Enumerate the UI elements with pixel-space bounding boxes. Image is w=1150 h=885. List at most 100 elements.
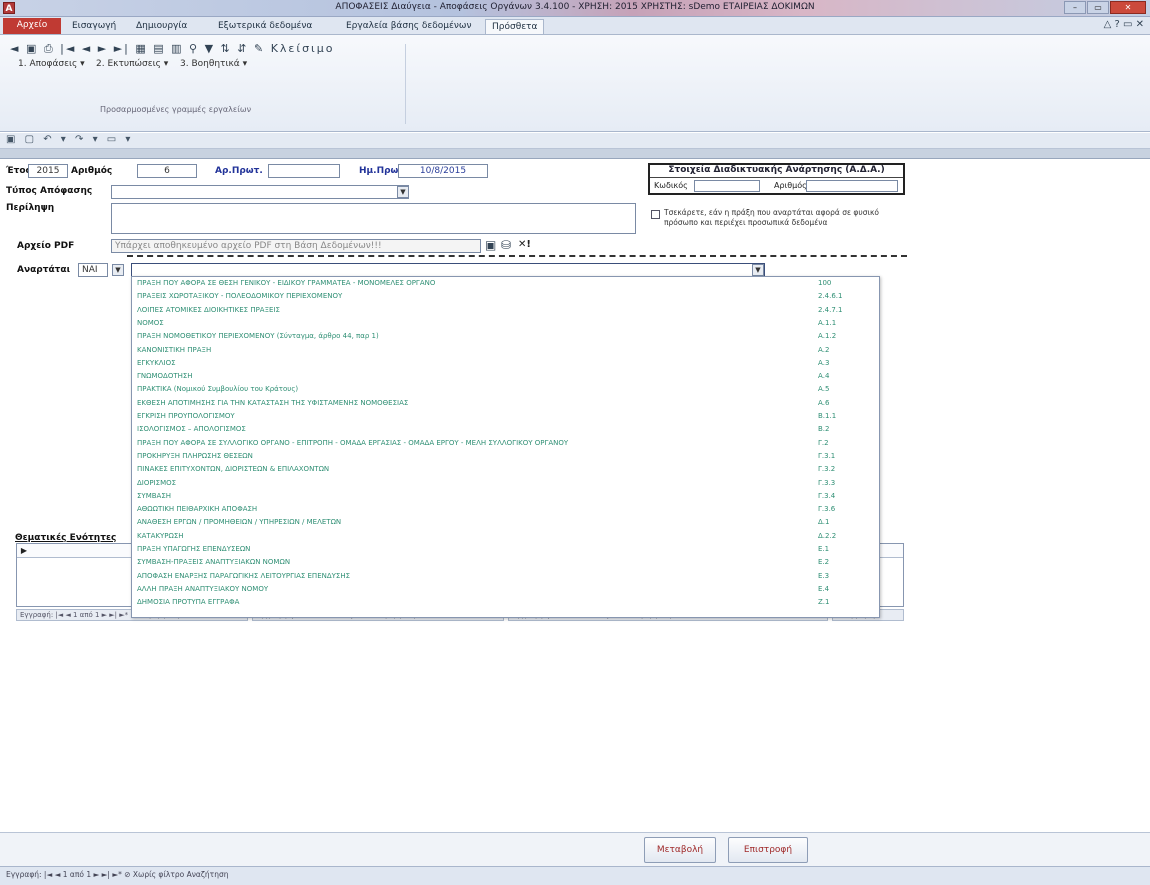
year-field[interactable]: 2015 (28, 164, 68, 178)
option-name: ΣΥΜΒΑΣΗ-ΠΡΑΞΕΙΣ ΑΝΑΠΤΥΞΙΑΚΩΝ ΝΟΜΩΝ (137, 558, 291, 567)
change-button[interactable]: Μεταβολή (644, 837, 716, 863)
menu-prints[interactable]: 2. Εκτυπώσεις ▾ (96, 59, 168, 69)
form-header-strip (0, 149, 1150, 159)
option-name: ΙΣΟΛΟΓΙΣΜΟΣ – ΑΠΟΛΟΓΙΣΜΟΣ (137, 425, 246, 434)
personal-data-checkbox[interactable] (651, 210, 660, 219)
option-name: ΠΙΝΑΚΕΣ ΕΠΙΤΥΧΟΝΤΩΝ, ΔΙΟΡΙΣΤΕΩΝ & ΕΠΙΛΑΧ… (137, 465, 330, 474)
row-selector-icon[interactable]: ▶ (18, 545, 30, 557)
dropdown-option[interactable]: ΙΣΟΛΟΓΙΣΜΟΣ – ΑΠΟΛΟΓΙΣΜΟΣ Β.2 (132, 425, 879, 435)
ribbon-group-separator (405, 44, 406, 124)
ada-id-field[interactable] (694, 180, 760, 192)
minimize-button[interactable]: – (1064, 1, 1086, 14)
dropdown-option[interactable]: ΕΚΘΕΣΗ ΑΠΟΤΙΜΗΣΗΣ ΓΙΑ ΤΗΝ ΚΑΤΑΣΤΑΣΗ ΤΗΣ … (132, 399, 879, 409)
dropdown-option[interactable]: ΑΛΛΗ ΠΡΑΞΗ ΑΝΑΠΤΥΞΙΑΚΟΥ ΝΟΜΟΥ Ε.4 (132, 585, 879, 595)
delete-pdf-icon[interactable]: ✕! (518, 239, 531, 250)
option-name: ΠΡΑΞΗ ΠΟΥ ΑΦΟΡΑ ΣΕ ΣΥΛΛΟΓΙΚΟ ΟΡΓΑΝΟ - ΕΠ… (137, 438, 569, 447)
help-icons[interactable]: △ ? ▭ ✕ (1104, 19, 1144, 30)
posting-select[interactable]: ΝΑΙ (78, 263, 108, 277)
dropdown-option[interactable]: ΑΠΟΦΑΣΗ ΕΝΑΡΞΗΣ ΠΑΡΑΓΩΓΙΚΗΣ ΛΕΙΤΟΥΡΓΙΑΣ … (132, 572, 879, 582)
option-name: ΑΠΟΦΑΣΗ ΕΝΑΡΞΗΣ ΠΑΡΑΓΩΓΙΚΗΣ ΛΕΙΤΟΥΡΓΙΑΣ … (137, 571, 351, 580)
thematic-label: Θεματικές Ενότητες (15, 533, 117, 543)
option-code: Ε.2 (818, 558, 830, 567)
dropdown-option[interactable]: ΑΘΩΩΤΙΚΗ ΠΕΙΘΑΡΧΙΚΗ ΑΠΟΦΑΣΗ Γ.3.6 (132, 505, 879, 515)
dropdown-option[interactable]: ΠΙΝΑΚΕΣ ΕΠΙΤΥΧΟΝΤΩΝ, ΔΙΟΡΙΣΤΕΩΝ & ΕΠΙΛΑΧ… (132, 465, 879, 475)
dropdown-option[interactable]: ΠΡΑΞΗ ΠΟΥ ΑΦΟΡΑ ΣΕ ΘΕΣΗ ΓΕΝΙΚΟΥ - ΕΙΔΙΚΟ… (132, 279, 879, 289)
dropdown-option[interactable]: ΠΡΟΚΗΡΥΞΗ ΠΛΗΡΩΣΗΣ ΘΕΣΕΩΝ Γ.3.1 (132, 452, 879, 462)
dropdown-option[interactable]: ΔΙΟΡΙΣΜΟΣ Γ.3.3 (132, 479, 879, 489)
category-dropdown-list[interactable]: ΠΡΑΞΗ ΠΟΥ ΑΦΟΡΑ ΣΕ ΘΕΣΗ ΓΕΝΙΚΟΥ - ΕΙΔΙΚΟ… (131, 276, 880, 618)
option-code: Β.1.1 (818, 412, 837, 420)
dropdown-option[interactable]: ΔΗΜΟΣΙΑ ΠΡΟΤΥΠΑ ΕΓΓΡΑΦΑ Ζ.1 (132, 598, 879, 608)
menu-utilities[interactable]: 3. Βοηθητικά ▾ (180, 59, 247, 69)
tab-external-data[interactable]: Εξωτερικά δεδομένα (212, 19, 318, 34)
ada-posting-box: Στοιχεία Διαδικτυακής Ανάρτησης (Α.Δ.Α.)… (648, 163, 905, 195)
option-name: ΠΡΑΞΕΙΣ ΧΩΡΟΤΑΞΙΚΟΥ - ΠΟΛΕΟΔΟΜΙΚΟΥ ΠΕΡΙΕ… (137, 292, 343, 301)
option-code: Ε.3 (818, 571, 830, 580)
tab-database-tools[interactable]: Εργαλεία βάσης δεδομένων (340, 19, 477, 34)
dropdown-option[interactable]: ΠΡΑΞΗ ΠΟΥ ΑΦΟΡΑ ΣΕ ΣΥΛΛΟΓΙΚΟ ΟΡΓΑΝΟ - ΕΠ… (132, 439, 879, 449)
dropdown-option[interactable]: ΝΟΜΟΣ Α.1.1 (132, 319, 879, 329)
summary-label: Περίληψη (6, 203, 55, 213)
option-name: ΝΟΜΟΣ (137, 318, 164, 327)
open-pdf-icon[interactable]: ⛁ (501, 238, 511, 252)
dropdown-option[interactable]: ΕΓΚΡΙΣΗ ΠΡΟΥΠΟΛΟΓΙΣΜΟΥ Β.1.1 (132, 412, 879, 422)
maximize-button[interactable]: ▭ (1087, 1, 1109, 14)
tab-file[interactable]: Αρχείο (3, 18, 61, 34)
option-name: ΓΝΩΜΟΔΟΤΗΣΗ (137, 372, 193, 381)
option-code: Γ.3.4 (818, 491, 836, 500)
record-navigator[interactable]: Εγγραφή: |◄ ◄ 1 από 1 ► ►| ►* ⊘ Χωρίς φί… (6, 870, 228, 879)
option-code: Ζ.1 (818, 598, 830, 607)
option-code: Γ.3.2 (818, 465, 836, 474)
decision-type-select[interactable] (111, 185, 409, 199)
number-field[interactable]: 6 (137, 164, 197, 178)
dropdown-option[interactable]: ΚΑΝΟΝΙΣΤΙΚΗ ΠΡΑΞΗ Α.2 (132, 346, 879, 356)
category-combo[interactable] (131, 263, 765, 277)
option-name: ΕΓΚΡΙΣΗ ΠΡΟΥΠΟΛΟΓΙΣΜΟΥ (137, 412, 235, 420)
protocol-number-field[interactable] (268, 164, 340, 178)
tab-create[interactable]: Δημιουργία (130, 19, 193, 34)
quick-access-toolbar[interactable]: ▣ ▢ ↶ ▾ ↷ ▾ ▭ ▾ (0, 133, 1150, 149)
option-code: Γ.3.6 (818, 505, 836, 514)
dropdown-option[interactable]: ΑΝΑΘΕΣΗ ΕΡΓΩΝ / ΠΡΟΜΗΘΕΙΩΝ / ΥΠΗΡΕΣΙΩΝ /… (132, 518, 879, 528)
dropdown-option[interactable]: ΕΓΚΥΚΛΙΟΣ Α.3 (132, 359, 879, 369)
dashed-divider (127, 255, 907, 257)
protocol-date-field[interactable]: 10/8/2015 (398, 164, 488, 178)
menu-decisions[interactable]: 1. Αποφάσεις ▾ (18, 59, 85, 69)
ribbon-toolbar-icons[interactable]: ◄ ▣ ⎙ |◄ ◄ ► ►| ▦ ▤ ▥ ⚲ ▼ ⇅ ⇵ ✎ Κλείσιμο (10, 42, 335, 56)
option-code: Γ.2 (818, 438, 829, 447)
protocol-number-label: Αρ.Πρωτ. (215, 166, 263, 176)
option-code: Γ.3.3 (818, 478, 836, 487)
tab-addins[interactable]: Πρόσθετα (485, 19, 545, 34)
option-name: ΣΥΜΒΑΣΗ (137, 491, 172, 500)
ada-number-field[interactable] (806, 180, 898, 192)
close-button[interactable]: ✕ (1110, 1, 1146, 14)
dropdown-option[interactable]: ΚΑΤΑΚΥΡΩΣΗ Δ.2.2 (132, 532, 879, 542)
option-name: ΚΑΝΟΝΙΣΤΙΚΗ ΠΡΑΞΗ (137, 345, 212, 354)
ada-number-label: Αριθμός (774, 181, 807, 190)
summary-field[interactable] (111, 203, 636, 234)
dropdown-option[interactable]: ΠΡΑΞΕΙΣ ΧΩΡΟΤΑΞΙΚΟΥ - ΠΟΛΕΟΔΟΜΙΚΟΥ ΠΕΡΙΕ… (132, 292, 879, 302)
pdf-field: Υπάρχει αποθηκευμένο αρχείο PDF στη Βάση… (111, 239, 481, 253)
option-code: Α.1.2 (818, 332, 837, 341)
category-dropdown-icon[interactable]: ▼ (752, 264, 764, 276)
posting-dropdown-icon[interactable]: ▼ (112, 264, 124, 276)
option-name: ΑΝΑΘΕΣΗ ΕΡΓΩΝ / ΠΡΟΜΗΘΕΙΩΝ / ΥΠΗΡΕΣΙΩΝ /… (137, 518, 342, 527)
option-code: Α.4 (818, 372, 830, 381)
dropdown-option[interactable]: ΓΝΩΜΟΔΟΤΗΣΗ Α.4 (132, 372, 879, 382)
tab-insert[interactable]: Εισαγωγή (66, 19, 122, 34)
decision-type-dropdown-icon[interactable]: ▼ (397, 186, 409, 198)
back-button[interactable]: Επιστροφή (728, 837, 808, 863)
dropdown-option[interactable]: ΠΡΑΚΤΙΚΑ (Νομικού Συμβουλίου του Κράτους… (132, 385, 879, 395)
ribbon-tabs: Αρχείο Εισαγωγή Δημιουργία Εξωτερικά δεδ… (0, 17, 1150, 35)
option-code: 100 (818, 279, 832, 287)
dropdown-option[interactable]: ΛΟΙΠΕΣ ΑΤΟΜΙΚΕΣ ΔΙΟΙΚΗΤΙΚΕΣ ΠΡΑΞΕΙΣ 2.4.7… (132, 306, 879, 316)
dropdown-option[interactable]: ΣΥΜΒΑΣΗ Γ.3.4 (132, 492, 879, 502)
window-title-bar: A ΑΠΟΦΑΣΕΙΣ Διαύγεια - Αποφάσεις Οργάνων… (0, 0, 1150, 17)
dropdown-option[interactable]: ΣΥΜΒΑΣΗ-ΠΡΑΞΕΙΣ ΑΝΑΠΤΥΞΙΑΚΩΝ ΝΟΜΩΝ Ε.2 (132, 558, 879, 568)
option-code: 2.4.7.1 (818, 305, 843, 314)
dropdown-option[interactable]: ΠΡΑΞΗ ΥΠΑΓΩΓΗΣ ΕΠΕΝΔΥΣΕΩΝ Ε.1 (132, 545, 879, 555)
window-controls: – ▭ ✕ (1064, 1, 1146, 15)
dropdown-option[interactable]: ΠΡΑΞΗ ΝΟΜΟΘΕΤΙΚΟΥ ΠΕΡΙΕΧΟΜΕΝΟΥ (Σύνταγμα… (132, 332, 879, 342)
save-pdf-icon[interactable]: ▣ (485, 238, 496, 252)
option-name: ΕΓΚΥΚΛΙΟΣ (137, 358, 176, 367)
